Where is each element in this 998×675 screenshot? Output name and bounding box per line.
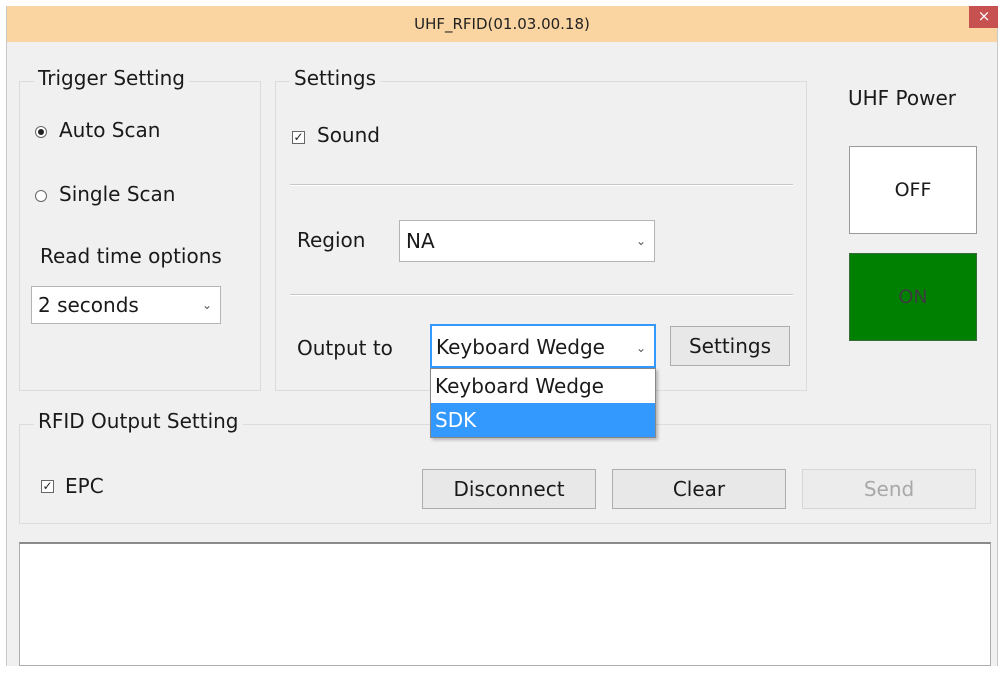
dropdown-option-sdk[interactable]: SDK (431, 403, 655, 437)
title-bar: UHF_RFID(01.03.00.18) × (7, 6, 998, 42)
region-value: NA (406, 229, 435, 253)
region-select[interactable]: NA ⌄ (399, 220, 655, 262)
settings-legend: Settings (290, 66, 381, 90)
read-time-value: 2 seconds (38, 293, 139, 317)
app-window: UHF_RFID(01.03.00.18) × Trigger Setting … (6, 6, 998, 666)
output-to-dropdown-list: Keyboard Wedge SDK (430, 368, 656, 438)
window-title: UHF_RFID(01.03.00.18) (414, 15, 590, 33)
power-off-button[interactable]: OFF (849, 146, 977, 234)
output-log-area[interactable] (19, 542, 991, 666)
chevron-down-icon: ⌄ (635, 234, 646, 248)
auto-scan-radio[interactable] (35, 126, 47, 138)
output-to-label: Output to (297, 336, 393, 360)
read-time-select[interactable]: 2 seconds ⌄ (31, 286, 221, 324)
dropdown-option-keyboard-wedge[interactable]: Keyboard Wedge (431, 369, 655, 403)
close-button[interactable]: × (969, 6, 998, 28)
sound-checkbox[interactable]: ✓ (292, 131, 305, 144)
chevron-down-icon: ⌄ (635, 341, 646, 355)
uhf-power-label: UHF Power (848, 86, 957, 110)
output-settings-button[interactable]: Settings (670, 326, 790, 366)
single-scan-label[interactable]: Single Scan (59, 182, 175, 206)
trigger-setting-legend: Trigger Setting (34, 66, 189, 90)
output-to-select[interactable]: Keyboard Wedge ⌄ (430, 324, 656, 368)
epc-label[interactable]: EPC (65, 474, 104, 498)
send-button[interactable]: Send (802, 469, 976, 509)
sound-label[interactable]: Sound (317, 123, 380, 147)
output-to-value: Keyboard Wedge (436, 335, 605, 359)
auto-scan-label[interactable]: Auto Scan (59, 118, 160, 142)
epc-checkbox[interactable]: ✓ (41, 480, 54, 493)
chevron-down-icon: ⌄ (201, 298, 212, 312)
disconnect-button[interactable]: Disconnect (422, 469, 596, 509)
region-label: Region (297, 228, 366, 252)
settings-separator-1 (290, 184, 793, 186)
read-time-options-label: Read time options (40, 244, 222, 268)
clear-button[interactable]: Clear (612, 469, 786, 509)
power-on-button[interactable]: ON (849, 253, 977, 341)
rfid-output-legend: RFID Output Setting (34, 409, 243, 433)
single-scan-radio[interactable] (35, 190, 47, 202)
settings-separator-2 (290, 294, 793, 296)
